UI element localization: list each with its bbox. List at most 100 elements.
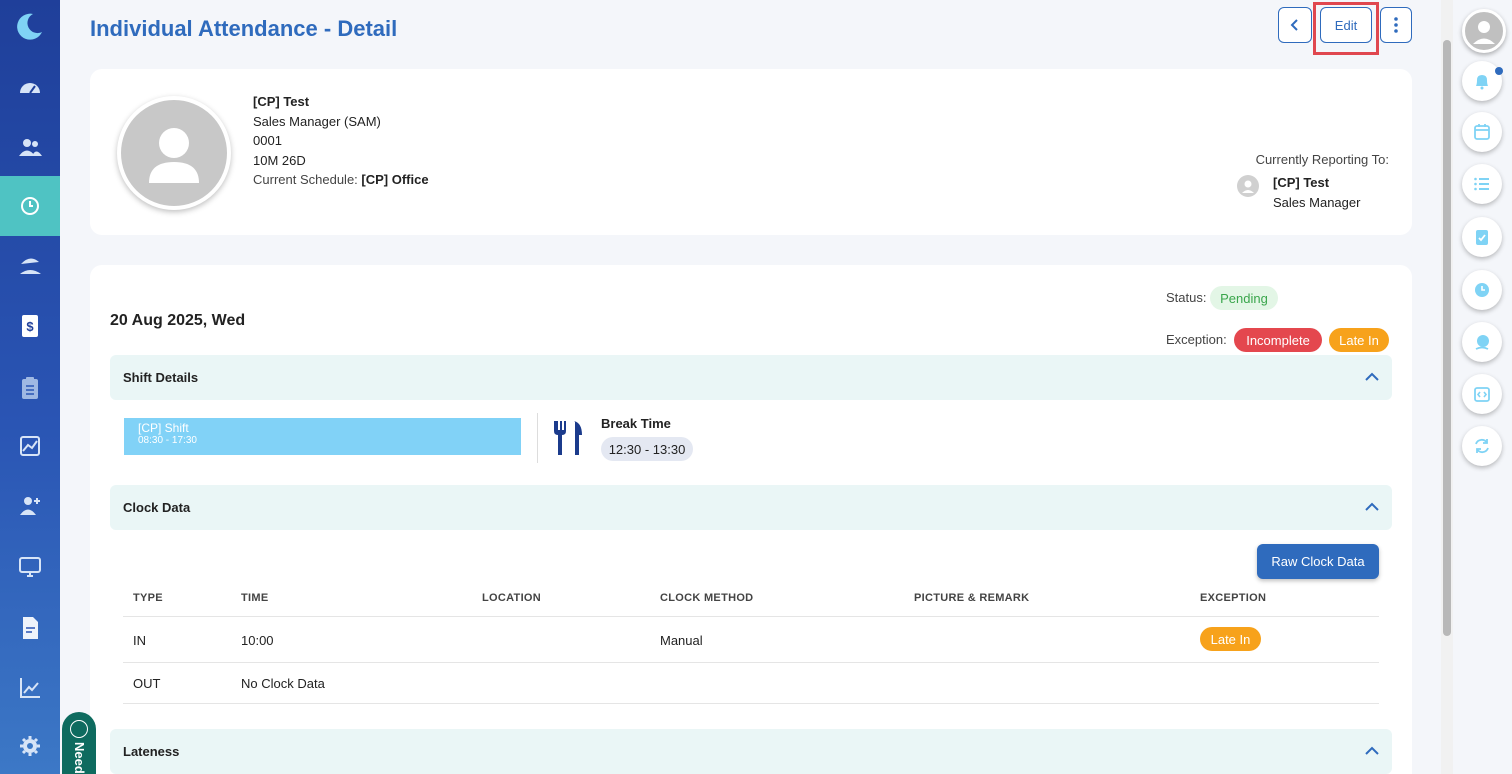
left-sidebar: $ bbox=[0, 0, 60, 774]
exception-badge-late-in: Late In bbox=[1329, 328, 1389, 352]
column-header-time: TIME bbox=[241, 592, 269, 604]
calendar-button[interactable] bbox=[1462, 112, 1502, 152]
sidebar-item-settings[interactable] bbox=[0, 716, 60, 774]
column-header-exception: EXCEPTION bbox=[1200, 592, 1267, 604]
sidebar-item-dashboard[interactable] bbox=[0, 58, 60, 118]
employees-icon bbox=[19, 139, 42, 156]
analytics-icon bbox=[20, 436, 40, 456]
svg-text:$: $ bbox=[26, 319, 34, 334]
need-help-tab[interactable]: Need bbox=[62, 712, 96, 774]
exception-badge-incomplete: Incomplete bbox=[1234, 328, 1322, 352]
dashboard-icon bbox=[20, 83, 40, 94]
notification-dot bbox=[1495, 67, 1503, 75]
attendance-clock-icon bbox=[21, 197, 39, 215]
sidebar-item-employees[interactable] bbox=[0, 118, 60, 178]
clipboard-check-icon bbox=[1476, 230, 1488, 245]
more-options-button[interactable] bbox=[1380, 7, 1412, 43]
cutlery-icon bbox=[554, 421, 582, 455]
globe-icon bbox=[1475, 335, 1489, 350]
person-placeholder-icon bbox=[149, 128, 199, 183]
add-user-icon bbox=[20, 497, 40, 515]
table-divider bbox=[123, 616, 1379, 617]
help-icon bbox=[70, 720, 88, 738]
shift-details-header[interactable]: Shift Details bbox=[110, 355, 1392, 400]
back-button[interactable] bbox=[1278, 7, 1312, 43]
employee-tenure: 10M 26D bbox=[253, 152, 306, 168]
edit-button-highlight bbox=[1313, 2, 1379, 55]
section-title: Lateness bbox=[123, 744, 180, 759]
attendance-date: 20 Aug 2025, Wed bbox=[110, 312, 246, 329]
sidebar-item-leave[interactable] bbox=[0, 235, 60, 295]
code-box-icon bbox=[1474, 387, 1490, 402]
person-placeholder-icon bbox=[1242, 180, 1254, 193]
chevron-up-icon[interactable] bbox=[1364, 369, 1380, 385]
sidebar-item-analytics[interactable] bbox=[0, 416, 60, 476]
sidebar-item-monitor[interactable] bbox=[0, 536, 60, 596]
settings-gear-icon bbox=[20, 736, 40, 756]
lateness-header[interactable]: Lateness bbox=[110, 729, 1392, 774]
column-header-picture-remark: PICTURE & REMARK bbox=[914, 592, 1030, 604]
current-schedule: Current Schedule: [CP] Office bbox=[253, 170, 429, 190]
table-divider bbox=[123, 703, 1379, 704]
chevron-up-icon[interactable] bbox=[1364, 499, 1380, 515]
clipboard-icon bbox=[22, 377, 38, 399]
shift-timeline-block: [CP] Shift 08:30 - 17:30 bbox=[124, 418, 521, 455]
reporting-label: Currently Reporting To: bbox=[1255, 152, 1389, 167]
clock-data-header[interactable]: Clock Data bbox=[110, 485, 1392, 530]
refresh-button[interactable] bbox=[1462, 426, 1502, 466]
section-title: Shift Details bbox=[123, 370, 199, 385]
payroll-dollar-icon: $ bbox=[22, 315, 38, 337]
schedule-label: Current Schedule: bbox=[253, 172, 358, 187]
sidebar-item-document[interactable] bbox=[0, 598, 60, 658]
report-chart-icon bbox=[20, 678, 40, 698]
manager-name: [CP] Test bbox=[1273, 175, 1330, 190]
employee-info: [CP] Test Sales Manager (SAM) 0001 10M 2… bbox=[253, 92, 429, 190]
cell-time: No Clock Data bbox=[241, 676, 325, 691]
refresh-icon bbox=[1475, 438, 1489, 454]
manager-role: Sales Manager bbox=[1273, 195, 1361, 210]
user-profile-button[interactable] bbox=[1462, 9, 1506, 53]
timesheet-button[interactable] bbox=[1462, 270, 1502, 310]
list-icon bbox=[1474, 177, 1489, 191]
manager-avatar bbox=[1237, 175, 1259, 197]
cell-exception-badge: Late In bbox=[1200, 627, 1261, 651]
approvals-button[interactable] bbox=[1462, 217, 1502, 257]
kebab-menu-icon bbox=[1394, 17, 1398, 33]
cell-clock-method: Manual bbox=[660, 633, 703, 648]
clock-icon bbox=[1475, 283, 1489, 297]
app-logo-moon-icon[interactable] bbox=[14, 10, 46, 42]
chevron-left-icon bbox=[1290, 19, 1298, 31]
sidebar-item-add-user[interactable] bbox=[0, 476, 60, 536]
column-header-location: LOCATION bbox=[482, 592, 542, 604]
employee-profile-card: [CP] Test Sales Manager (SAM) 0001 10M 2… bbox=[90, 69, 1412, 235]
sidebar-item-payroll[interactable]: $ bbox=[0, 296, 60, 356]
column-header-type: TYPE bbox=[133, 592, 163, 604]
column-header-clock-method: CLOCK METHOD bbox=[660, 592, 754, 604]
sidebar-item-clipboard[interactable] bbox=[0, 358, 60, 418]
need-help-label: Need bbox=[72, 742, 87, 774]
document-icon bbox=[23, 617, 38, 639]
shift-time: 08:30 - 17:30 bbox=[138, 435, 197, 446]
break-time-label: Break Time bbox=[601, 416, 671, 431]
leave-button[interactable] bbox=[1462, 322, 1502, 362]
table-divider bbox=[123, 662, 1379, 663]
cell-time: 10:00 bbox=[241, 633, 274, 648]
section-title: Clock Data bbox=[123, 500, 191, 515]
break-time-value: 12:30 - 13:30 bbox=[601, 437, 693, 461]
schedule-value: [CP] Office bbox=[361, 172, 429, 187]
user-avatar-icon bbox=[1473, 21, 1495, 44]
leave-beach-icon bbox=[20, 258, 41, 274]
code-button[interactable] bbox=[1462, 374, 1502, 414]
scrollbar-thumb[interactable] bbox=[1443, 40, 1451, 636]
attendance-detail-card: 20 Aug 2025, Wed Status: Pending Excepti… bbox=[90, 265, 1412, 774]
chevron-up-icon[interactable] bbox=[1364, 743, 1380, 759]
task-list-button[interactable] bbox=[1462, 164, 1502, 204]
divider bbox=[537, 413, 538, 463]
sidebar-item-attendance[interactable] bbox=[0, 176, 60, 236]
sidebar-item-report[interactable] bbox=[0, 658, 60, 718]
raw-clock-data-button[interactable]: Raw Clock Data bbox=[1257, 544, 1379, 579]
employee-position: Sales Manager (SAM) bbox=[253, 113, 381, 129]
bell-icon bbox=[1476, 75, 1488, 90]
cell-type: IN bbox=[133, 633, 146, 648]
shift-name: [CP] Shift bbox=[138, 421, 189, 435]
